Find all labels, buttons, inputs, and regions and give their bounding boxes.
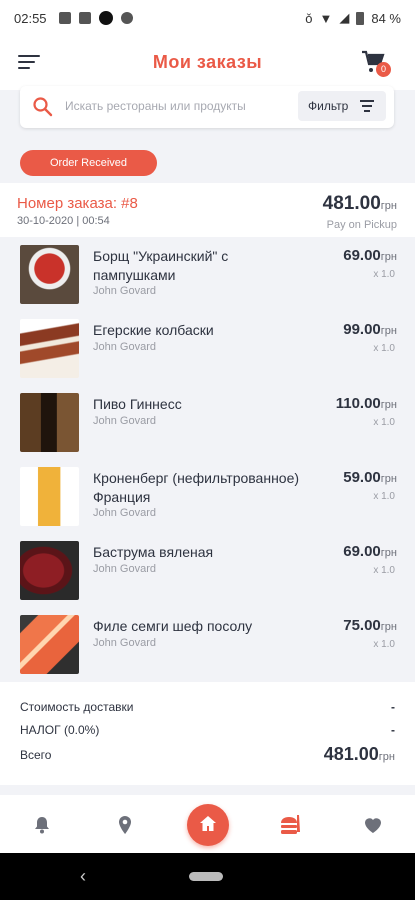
item-price: 69.00грн [343, 247, 397, 264]
cart-badge: 0 [376, 62, 391, 77]
back-icon[interactable]: ‹ [80, 866, 86, 887]
search-bar: Искать рестораны или продукты Фильтр [20, 86, 394, 128]
item-image-beer-dark [20, 393, 79, 452]
favorites-icon[interactable] [363, 815, 383, 835]
status-bar: 02:55 ǒ ▼ ◢ 84 % [0, 0, 415, 36]
delivery-cost-value: - [391, 700, 395, 714]
wifi-icon: ▼ [319, 10, 333, 26]
gallery-notification-icon [58, 12, 71, 24]
order-item[interactable]: Борщ "Украинский" с пампушками John Gova… [0, 237, 415, 311]
item-image-sausages [20, 319, 79, 378]
home-icon [200, 816, 216, 831]
battery-percent: 84 % [371, 10, 401, 26]
item-image-salmon [20, 615, 79, 674]
mute-icon: ǒ [305, 10, 313, 26]
app-bar: Мои заказы 0 [0, 36, 415, 90]
item-vendor: John Govard [93, 563, 156, 575]
order-item[interactable]: Филе семги шеф посолу John Govard 75.00г… [0, 607, 415, 681]
order-item[interactable]: Баструма вяленая John Govard 69.00грн x … [0, 533, 415, 607]
item-price: 75.00грн [343, 617, 397, 634]
item-quantity: x 1.0 [373, 417, 395, 428]
item-name: Борщ "Украинский" с пампушками [93, 248, 229, 283]
filter-label: Фильтр [308, 99, 349, 113]
orders-icon[interactable] [278, 813, 304, 837]
item-image-beer-light [20, 467, 79, 526]
filter-button[interactable]: Фильтр [298, 91, 386, 121]
location-icon[interactable] [115, 815, 135, 835]
download-notification-icon [78, 12, 91, 24]
item-vendor: John Govard [93, 507, 156, 519]
item-price: 110.00грн [335, 395, 397, 412]
app-notification-icon [98, 11, 113, 25]
delivery-cost-row: Стоимость доставки - [20, 700, 395, 714]
item-vendor: John Govard [93, 285, 156, 297]
delivery-cost-label: Стоимость доставки [20, 700, 134, 714]
order-items-list: Борщ "Украинский" с пампушками John Gova… [0, 237, 415, 682]
item-image-borscht [20, 245, 79, 304]
payment-method: Pay on Pickup [326, 219, 397, 231]
item-price: 59.00грн [343, 469, 397, 486]
item-name: Филе семги шеф посолу [93, 618, 253, 634]
item-quantity: x 1.0 [373, 565, 395, 576]
filter-icon [360, 100, 374, 115]
item-name: Пиво Гиннесс [93, 396, 182, 412]
item-quantity: x 1.0 [373, 269, 395, 280]
page-title: Мои заказы [152, 52, 263, 72]
item-vendor: John Govard [93, 415, 156, 427]
tax-value: - [391, 723, 395, 737]
order-item[interactable]: Пиво Гиннесс John Govard 110.00грн x 1.0 [0, 385, 415, 459]
search-icon [33, 97, 53, 117]
order-date: 30-10-2020 | 00:54 [17, 215, 110, 227]
item-name: Баструма вяленая [93, 544, 214, 560]
item-price: 99.00грн [343, 321, 397, 338]
item-quantity: x 1.0 [373, 491, 395, 502]
item-name: Кроненберг (нефильтрованное) Франция [93, 470, 300, 505]
grand-total-label: Всего [20, 748, 52, 762]
system-nav-bar: ‹ [0, 853, 415, 900]
item-vendor: John Govard [93, 637, 156, 649]
home-gesture-pill[interactable] [189, 872, 223, 881]
notifications-icon[interactable] [32, 815, 52, 835]
system-icons: ǒ ▼ ◢ 84 % [305, 10, 401, 26]
search-input[interactable]: Искать рестораны или продукты [65, 99, 246, 113]
battery-icon [356, 11, 365, 25]
item-vendor: John Govard [93, 341, 156, 353]
order-number: Номер заказа: #8 [17, 195, 138, 212]
item-name: Егерские колбаски [93, 322, 214, 338]
order-total: 481.00грн [322, 193, 397, 214]
tax-label: НАЛОГ (0.0%) [20, 723, 100, 737]
tax-row: НАЛОГ (0.0%) - [20, 723, 395, 737]
order-card: Номер заказа: #8 30-10-2020 | 00:54 481.… [0, 183, 415, 785]
order-item[interactable]: Кроненберг (нефильтрованное) Франция Joh… [0, 459, 415, 533]
home-button[interactable] [187, 804, 229, 846]
order-item[interactable]: Егерские колбаски John Govard 99.00грн x… [0, 311, 415, 385]
status-time: 02:55 [14, 10, 47, 26]
item-image-basturma [20, 541, 79, 600]
grand-total-row: Всего 481.00грн [20, 744, 395, 764]
item-price: 69.00грн [343, 543, 397, 560]
notification-icons [58, 11, 133, 25]
order-status-badge: Order Received [20, 150, 157, 176]
item-quantity: x 1.0 [373, 343, 395, 354]
bottom-tab-bar [0, 795, 415, 853]
sync-notification-icon [120, 12, 133, 24]
signal-icon: ◢ [339, 10, 350, 25]
item-quantity: x 1.0 [373, 639, 395, 650]
grand-total-value: 481.00грн [323, 744, 395, 764]
